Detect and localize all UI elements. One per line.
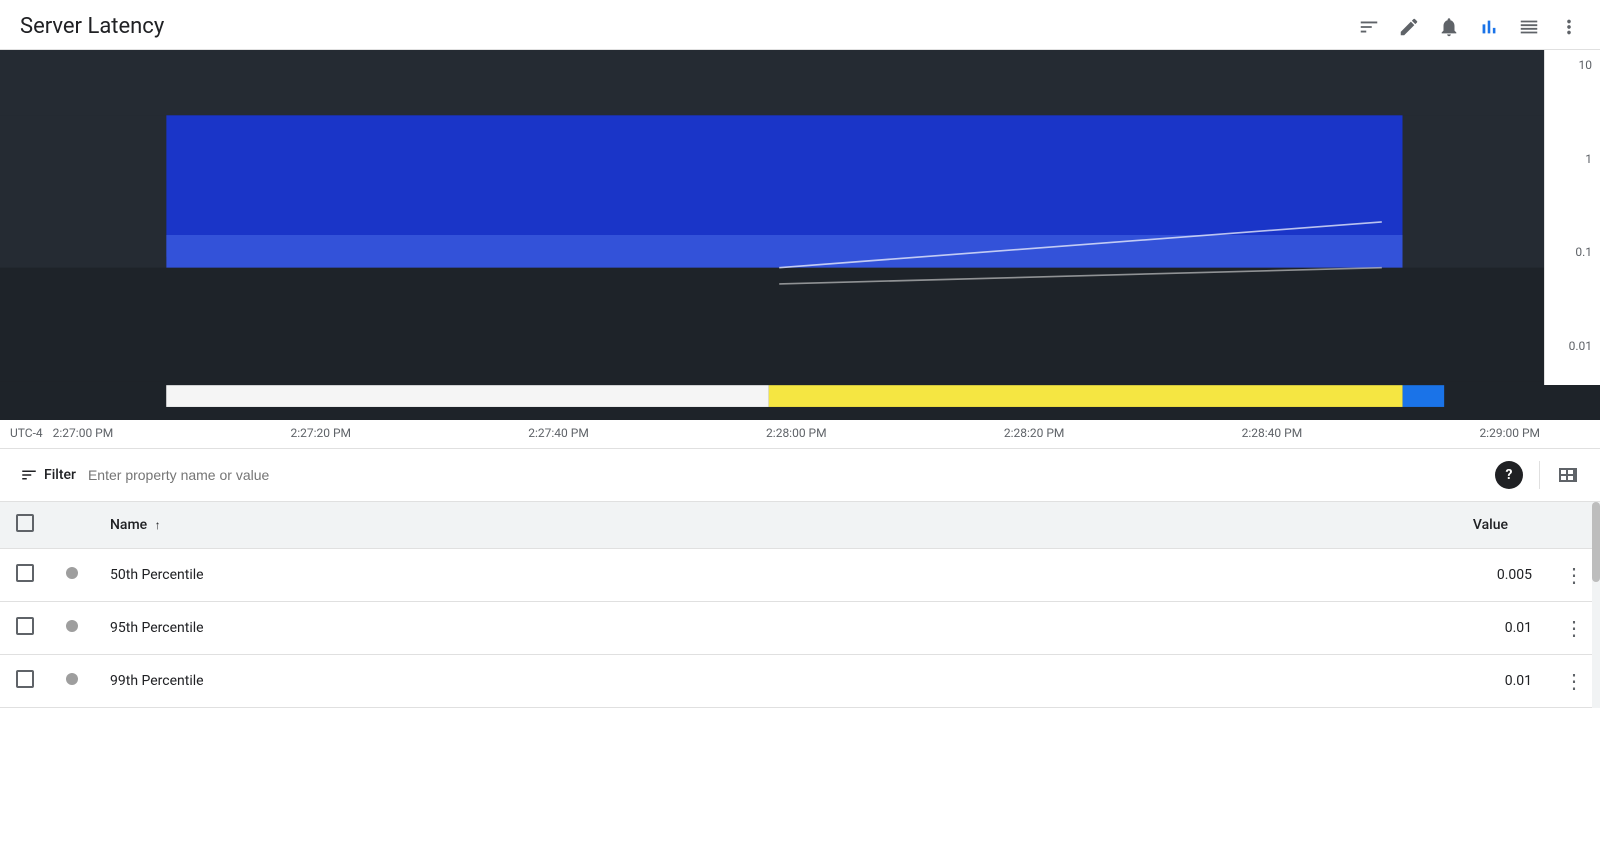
y-label-1: 1 (1545, 152, 1592, 166)
th-checkbox (0, 502, 50, 549)
filter-icon (20, 466, 38, 484)
row-3-checkbox[interactable] (16, 670, 34, 688)
row-3-more-button[interactable]: ⋮ (1564, 669, 1584, 693)
header-checkbox[interactable] (16, 514, 34, 532)
timezone-label: UTC-4 (10, 426, 43, 440)
row-3-dot-cell (50, 655, 94, 708)
x-axis: UTC-4 2:27:00 PM 2:27:20 PM 2:27:40 PM 2… (0, 420, 1600, 449)
y-label-0_1: 0.1 (1545, 245, 1592, 259)
row-2-checkbox[interactable] (16, 617, 34, 635)
filter-list-icon[interactable] (1358, 16, 1380, 38)
row-1-more-button[interactable]: ⋮ (1564, 563, 1584, 587)
filter-right-controls: ? (1495, 461, 1580, 489)
filter-label: Filter (44, 467, 76, 483)
chart-canvas (0, 50, 1600, 420)
x-axis-labels: 2:27:00 PM 2:27:20 PM 2:27:40 PM 2:28:00… (53, 426, 1540, 440)
chart-svg (0, 50, 1600, 420)
table-rows-icon[interactable] (1518, 16, 1540, 38)
th-name[interactable]: Name ↑ (94, 502, 937, 549)
table-header-row: Name ↑ Value (0, 502, 1600, 549)
row-2-value: 0.01 (937, 602, 1548, 655)
help-button[interactable]: ? (1495, 461, 1523, 489)
row-checkbox-cell (0, 549, 50, 602)
th-value: Value (937, 502, 1548, 549)
edit-icon[interactable] (1398, 16, 1420, 38)
more-vert-icon[interactable] (1558, 16, 1580, 38)
x-label-3: 2:28:00 PM (766, 426, 827, 440)
columns-button[interactable] (1556, 463, 1580, 487)
row-3-name: 99th Percentile (94, 655, 937, 708)
table-row: 95th Percentile 0.01 ⋮ (0, 602, 1600, 655)
chart-icon[interactable] (1478, 16, 1500, 38)
th-name-label: Name (110, 517, 147, 533)
row-3-dot (66, 673, 78, 685)
data-table: Name ↑ Value 50th Percentile 0.005 (0, 502, 1600, 708)
table-body: 50th Percentile 0.005 ⋮ 95th Percentile … (0, 549, 1600, 708)
page-title: Server Latency (20, 14, 164, 39)
table-row: 99th Percentile 0.01 ⋮ (0, 655, 1600, 708)
x-label-2: 2:27:40 PM (528, 426, 589, 440)
row-1-name: 50th Percentile (94, 549, 937, 602)
chart-container: 10 1 0.1 0.01 UTC-4 2:27:00 PM 2:27:20 P… (0, 50, 1600, 449)
y-label-10: 10 (1545, 58, 1592, 72)
alert-icon[interactable] (1438, 16, 1460, 38)
row-2-dot (66, 620, 78, 632)
row-2-name: 95th Percentile (94, 602, 937, 655)
y-label-0_01: 0.01 (1545, 339, 1592, 353)
table-wrapper: Name ↑ Value 50th Percentile 0.005 (0, 502, 1600, 708)
table-row: 50th Percentile 0.005 ⋮ (0, 549, 1600, 602)
row-3-checkbox-cell (0, 655, 50, 708)
x-label-4: 2:28:20 PM (1004, 426, 1065, 440)
filter-bar: Filter ? (0, 449, 1600, 502)
filter-input[interactable] (88, 467, 1483, 483)
header-toolbar (1358, 16, 1580, 38)
header: Server Latency (0, 0, 1600, 50)
th-dot (50, 502, 94, 549)
sort-arrow-icon: ↑ (155, 518, 161, 532)
row-3-value: 0.01 (937, 655, 1548, 708)
th-value-label: Value (1473, 517, 1508, 533)
table-header: Name ↑ Value (0, 502, 1600, 549)
scrollbar-track[interactable] (1592, 502, 1600, 708)
x-label-5: 2:28:40 PM (1242, 426, 1303, 440)
row-2-checkbox-cell (0, 602, 50, 655)
row-1-dot-cell (50, 549, 94, 602)
divider (1539, 461, 1540, 489)
row-1-dot (66, 567, 78, 579)
row-2-dot-cell (50, 602, 94, 655)
row-1-checkbox[interactable] (16, 564, 34, 582)
y-axis: 10 1 0.1 0.01 (1544, 50, 1600, 385)
x-label-6: 2:29:00 PM (1479, 426, 1540, 440)
x-label-1: 2:27:20 PM (290, 426, 351, 440)
filter-icon-group: Filter (20, 466, 76, 484)
x-label-0: 2:27:00 PM (53, 426, 114, 440)
row-1-value: 0.005 (937, 549, 1548, 602)
row-2-more-button[interactable]: ⋮ (1564, 616, 1584, 640)
scrollbar-thumb[interactable] (1592, 502, 1600, 582)
